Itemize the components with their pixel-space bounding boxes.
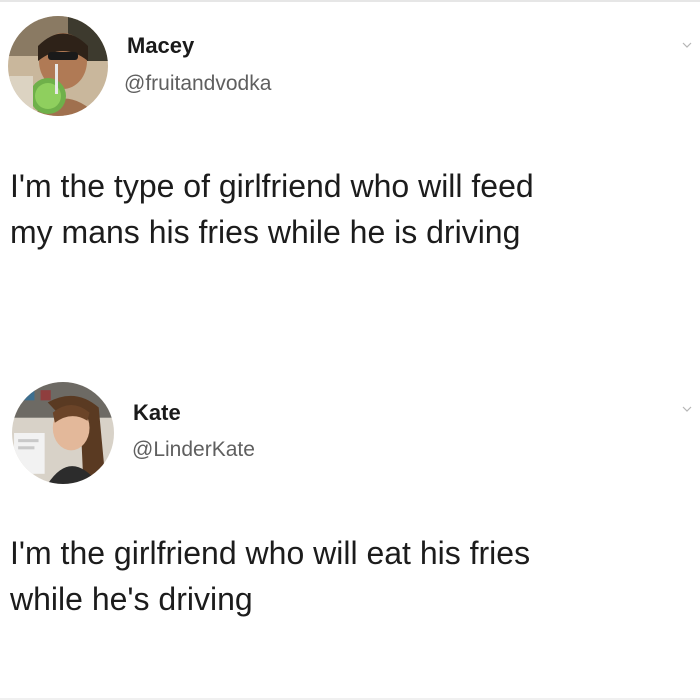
user-handle[interactable]: @fruitandvodka [124, 72, 271, 96]
tweet-text: I'm the type of girlfriend who will feed… [10, 163, 695, 255]
tweet-text-line: my mans his fries while he is driving [10, 214, 521, 250]
tweet-card: Kate @LinderKate I'm the girlfriend who … [0, 360, 700, 690]
tweet-card: Macey @fruitandvodka I'm the type of gir… [0, 0, 700, 340]
profile-photo-avatar [12, 382, 114, 484]
display-name[interactable]: Kate [133, 400, 181, 426]
chevron-down-icon[interactable] [682, 404, 692, 414]
profile-photo-avatar [8, 16, 108, 116]
tweet-text: I'm the girlfriend who will eat his frie… [10, 530, 695, 622]
chevron-down-icon[interactable] [682, 40, 692, 50]
avatar[interactable] [8, 16, 108, 116]
user-handle[interactable]: @LinderKate [132, 438, 255, 462]
tweet-text-line: I'm the type of girlfriend who will feed [10, 168, 534, 204]
avatar[interactable] [12, 382, 114, 484]
tweet-text-line: I'm the girlfriend who will eat his frie… [10, 535, 531, 571]
tweet-text-line: while he's driving [10, 581, 253, 617]
display-name[interactable]: Macey [127, 33, 194, 59]
